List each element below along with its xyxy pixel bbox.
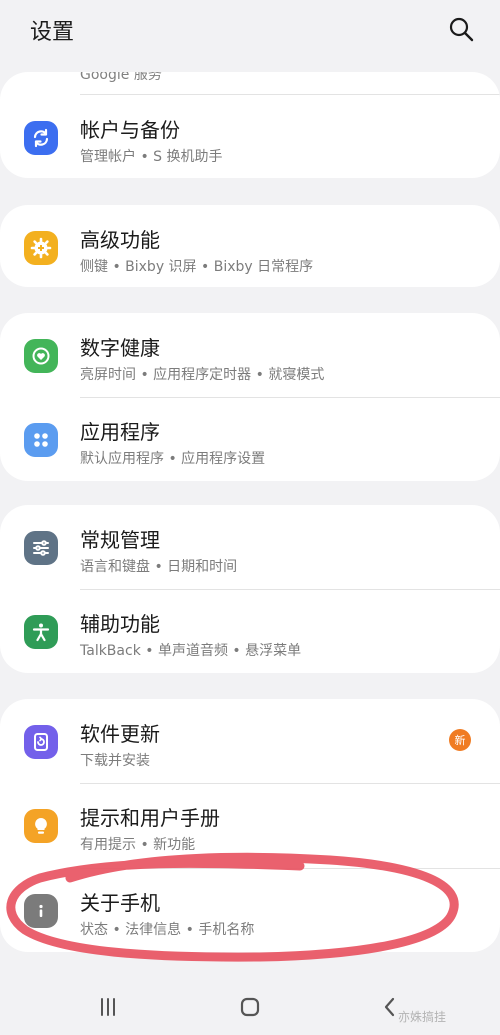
settings-card-accounts: Google 服务 帐户与备份 管理帐户 • S 换机助手 bbox=[0, 72, 500, 178]
info-icon bbox=[24, 894, 58, 928]
item-title: 数字健康 bbox=[80, 336, 160, 360]
item-subtitle: 下载并安装 bbox=[80, 753, 150, 769]
update-icon bbox=[24, 725, 58, 759]
item-subtitle: 管理帐户 • S 换机助手 bbox=[80, 149, 223, 165]
search-button[interactable] bbox=[446, 14, 476, 44]
item-title: 软件更新 bbox=[80, 722, 160, 746]
settings-item-accounts-backup[interactable]: 帐户与备份 管理帐户 • S 换机助手 bbox=[0, 95, 500, 178]
item-title: 高级功能 bbox=[80, 228, 160, 252]
settings-item-digital-wellbeing[interactable]: 数字健康 亮屏时间 • 应用程序定时器 • 就寝模式 bbox=[0, 313, 500, 397]
settings-item-tips[interactable]: 提示和用户手册 有用提示 • 新功能 bbox=[0, 783, 500, 867]
settings-item-general-management[interactable]: 常规管理 语言和键盘 • 日期和时间 bbox=[0, 505, 500, 589]
settings-card-advanced: 高级功能 侧键 • Bixby 识屏 • Bixby 日常程序 bbox=[0, 205, 500, 287]
new-badge: 新 bbox=[449, 729, 471, 751]
settings-item-software-update[interactable]: 软件更新 下载并安装 新 bbox=[0, 699, 500, 783]
item-subtitle: 有用提示 • 新功能 bbox=[80, 837, 196, 853]
sliders-icon bbox=[24, 531, 58, 565]
item-title: 辅助功能 bbox=[80, 612, 160, 636]
header: 设置 bbox=[0, 0, 500, 62]
item-title: 提示和用户手册 bbox=[80, 806, 220, 830]
navigation-bar bbox=[0, 972, 500, 1035]
item-subtitle: 侧键 • Bixby 识屏 • Bixby 日常程序 bbox=[80, 259, 314, 275]
apps-grid-icon bbox=[24, 423, 58, 457]
item-subtitle: 亮屏时间 • 应用程序定时器 • 就寝模式 bbox=[80, 367, 325, 383]
item-subtitle: TalkBack • 单声道音频 • 悬浮菜单 bbox=[80, 643, 302, 659]
accessibility-icon bbox=[24, 615, 58, 649]
item-title: 关于手机 bbox=[80, 891, 160, 915]
settings-card-general: 常规管理 语言和键盘 • 日期和时间 辅助功能 TalkBack • 单声道音频… bbox=[0, 505, 500, 673]
settings-card-wellbeing: 数字健康 亮屏时间 • 应用程序定时器 • 就寝模式 应用程序 默认应用程序 •… bbox=[0, 313, 500, 481]
partial-row-subtitle: Google 服务 bbox=[80, 72, 162, 83]
settings-item-apps[interactable]: 应用程序 默认应用程序 • 应用程序设置 bbox=[0, 397, 500, 481]
item-title: 应用程序 bbox=[80, 420, 160, 444]
settings-item-accessibility[interactable]: 辅助功能 TalkBack • 单声道音频 • 悬浮菜单 bbox=[0, 589, 500, 673]
search-icon bbox=[449, 17, 474, 42]
settings-item-about-phone[interactable]: 关于手机 状态 • 法律信息 • 手机名称 bbox=[0, 868, 500, 952]
lightbulb-icon bbox=[24, 809, 58, 843]
item-subtitle: 语言和键盘 • 日期和时间 bbox=[80, 559, 238, 575]
page-title: 设置 bbox=[30, 20, 75, 45]
home-button[interactable] bbox=[235, 992, 265, 1022]
recent-apps-icon bbox=[101, 998, 115, 1016]
item-subtitle: 状态 • 法律信息 • 手机名称 bbox=[80, 922, 255, 938]
recent-apps-button[interactable] bbox=[93, 992, 123, 1022]
item-title: 帐户与备份 bbox=[80, 118, 180, 142]
settings-item-advanced-features[interactable]: 高级功能 侧键 • Bixby 识屏 • Bixby 日常程序 bbox=[0, 205, 500, 287]
heart-circle-icon bbox=[24, 339, 58, 373]
item-title: 常规管理 bbox=[80, 528, 160, 552]
settings-card-about: 软件更新 下载并安装 新 提示和用户手册 有用提示 • 新功能 关于手机 状态 … bbox=[0, 699, 500, 952]
home-icon bbox=[240, 997, 260, 1017]
watermark: 亦姝搞挂 bbox=[398, 1010, 447, 1024]
sync-icon bbox=[24, 121, 58, 155]
item-subtitle: 默认应用程序 • 应用程序设置 bbox=[80, 451, 266, 467]
gear-plus-icon bbox=[24, 231, 58, 265]
